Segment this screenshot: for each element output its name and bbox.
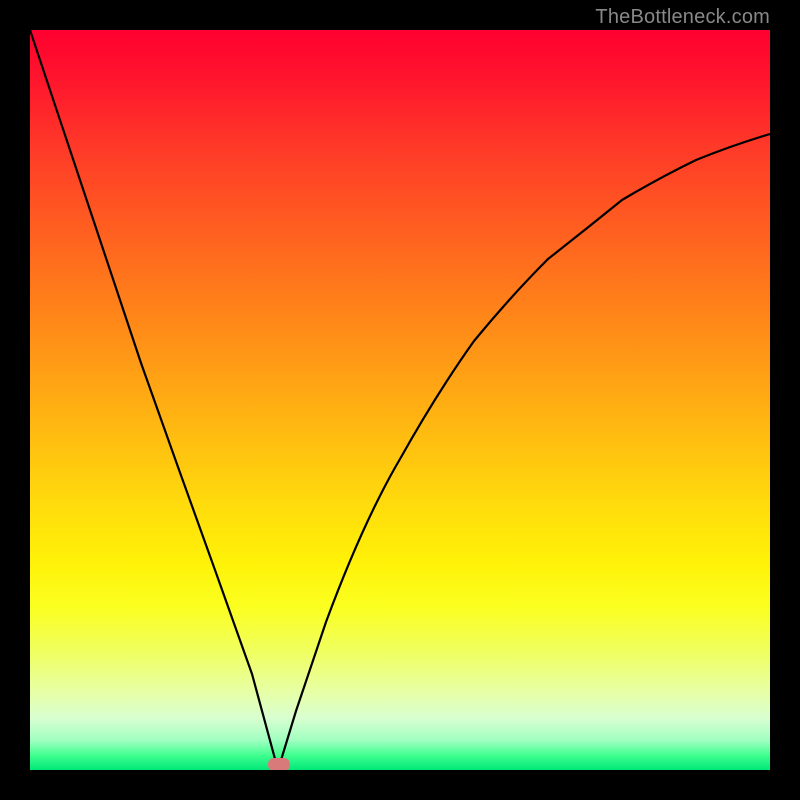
watermark: TheBottleneck.com — [595, 6, 770, 29]
bottleneck-curve — [30, 30, 770, 770]
plot-area — [30, 30, 770, 770]
minimum-point-marker — [268, 758, 290, 770]
chart-svg — [30, 30, 770, 770]
